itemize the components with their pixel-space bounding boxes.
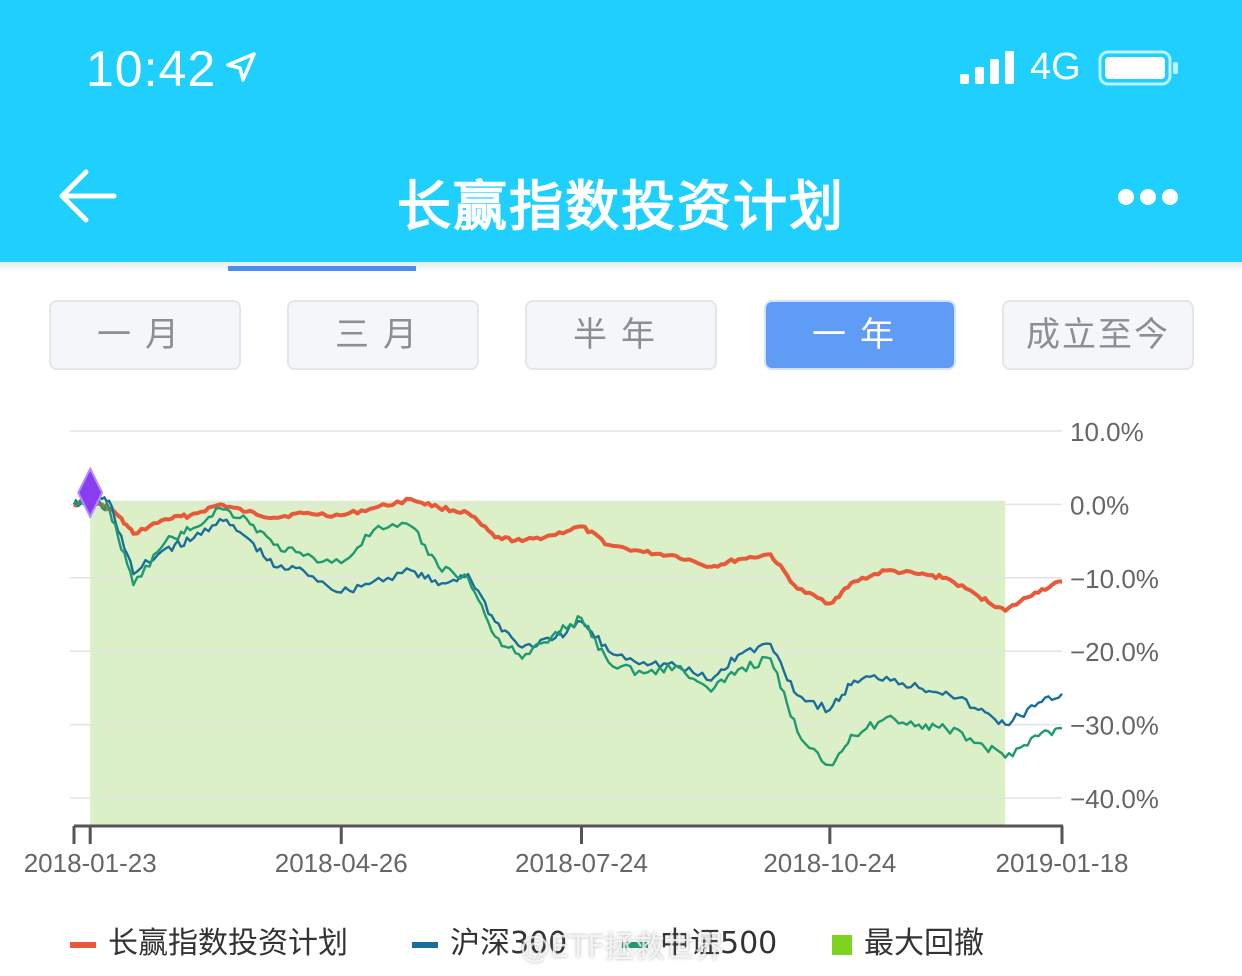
y-tick-label: −40.0% (1070, 784, 1159, 814)
legend-swatch (70, 941, 96, 948)
x-tick-label: 2018-04-26 (275, 848, 408, 878)
page-title: 长赢指数投资计划 (397, 175, 845, 238)
location-arrow-icon (226, 52, 256, 82)
x-tick-label: 2019-01-18 (996, 848, 1129, 878)
y-tick-label: −10.0% (1070, 564, 1159, 594)
y-tick-label: −20.0% (1070, 637, 1159, 667)
x-tick-label: 2018-07-24 (515, 848, 648, 878)
range-tab-6m[interactable]: 半年 (525, 300, 717, 370)
status-time: 10:42 (86, 41, 217, 97)
legend-item-drawdown[interactable]: 最大回撤 (832, 924, 984, 964)
range-tab-3m[interactable]: 三月 (287, 300, 479, 370)
legend-swatch (412, 941, 438, 948)
y-tick-label: 10.0% (1070, 417, 1144, 447)
drawdown-area (90, 500, 1006, 826)
back-arrow-icon[interactable] (56, 166, 118, 226)
app-header: 10:42 4G 长赢指数投资计划 (0, 0, 1242, 262)
y-tick-label: 0.0% (1070, 490, 1129, 520)
network-type: 4G (1030, 46, 1081, 88)
x-tick-label: 2018-01-23 (24, 848, 157, 878)
legend-item-plan[interactable]: 长赢指数投资计划 (70, 924, 348, 964)
header-divider (0, 262, 1242, 272)
watermark: @ETF拯救世界 (520, 930, 725, 965)
range-tab-1m[interactable]: 一月 (49, 300, 241, 370)
legend-label: 长赢指数投资计划 (108, 926, 348, 961)
signal-bars-icon (960, 51, 1014, 84)
tab-indicator (228, 266, 416, 271)
y-tick-label: −30.0% (1070, 711, 1159, 741)
x-tick-label: 2018-10-24 (763, 848, 896, 878)
more-dots-icon[interactable] (1112, 180, 1184, 214)
performance-chart: 10.0% 0.0% −10.0% −20.0% −30.0% −40.0% 2018-01… (24, 417, 1159, 878)
legend-swatch (832, 934, 852, 955)
range-tab-1y[interactable]: 一年 (764, 300, 956, 370)
legend-label: 最大回撤 (864, 926, 984, 961)
battery-icon (1098, 50, 1178, 86)
range-tab-since-inception[interactable]: 成立至今 (1002, 300, 1194, 370)
